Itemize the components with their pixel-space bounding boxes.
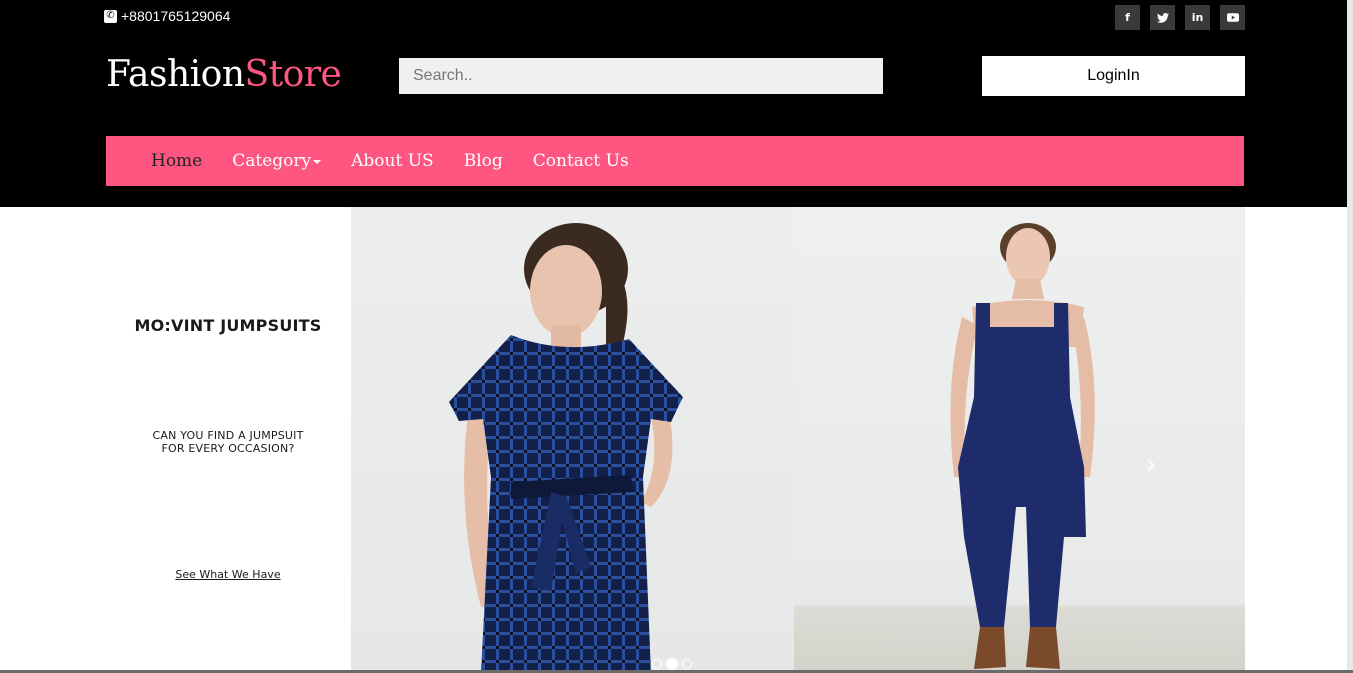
carousel-indicators	[652, 658, 692, 670]
twitter-icon[interactable]	[1150, 5, 1175, 30]
promo-subtitle-line: FOR EVERY OCCASION?	[161, 442, 295, 455]
linkedin-icon[interactable]: in	[1185, 5, 1210, 30]
caret-down-icon	[313, 160, 322, 164]
phone-contact[interactable]: ✆ +8801765129064	[104, 8, 230, 24]
promo-title: MO:VINT JUMPSUITS	[134, 316, 322, 335]
site-header: ✆ +8801765129064 f in FashionStore Login…	[0, 0, 1353, 207]
promo-subtitle-line: CAN YOU FIND A JUMPSUIT	[152, 429, 304, 442]
carousel-indicator[interactable]	[652, 659, 662, 669]
main-nav: Home Category About US Blog Contact Us	[106, 136, 1244, 186]
nav-item-blog[interactable]: Blog	[464, 151, 503, 171]
scrollbar[interactable]	[1347, 0, 1353, 673]
youtube-icon[interactable]	[1220, 5, 1245, 30]
social-links: f in	[1115, 5, 1245, 30]
facebook-icon[interactable]: f	[1115, 5, 1140, 30]
carousel-next-icon[interactable]: ›	[1145, 447, 1157, 482]
carousel-prev-icon[interactable]: ‹	[183, 447, 195, 482]
nav-item-label: Category	[232, 151, 312, 171]
search-input[interactable]	[399, 58, 883, 94]
nav-item-label: Home	[151, 151, 203, 171]
promo-panel: MO:VINT JUMPSUITS CAN YOU FIND A JUMPSUI…	[105, 207, 351, 673]
nav-item-about[interactable]: About US	[351, 151, 434, 171]
promo-subtitle: CAN YOU FIND A JUMPSUIT FOR EVERY OCCASI…	[125, 429, 331, 455]
nav-item-label: Blog	[463, 151, 503, 171]
nav-item-label: Contact Us	[532, 151, 629, 171]
login-button[interactable]: LoginIn	[982, 56, 1245, 96]
nav-item-home[interactable]: Home	[151, 151, 202, 171]
nav-item-contact[interactable]: Contact Us	[533, 151, 629, 171]
carousel-indicator-active[interactable]	[666, 658, 678, 670]
see-what-we-have-link[interactable]: See What We Have	[105, 568, 351, 581]
nav-item-category[interactable]: Category	[232, 151, 322, 171]
logo-part-fashion: Fashion	[106, 54, 245, 95]
site-logo[interactable]: FashionStore	[106, 54, 342, 95]
logo-part-store: Store	[244, 54, 342, 95]
phone-icon: ✆	[104, 9, 117, 23]
phone-number: +8801765129064	[121, 8, 231, 24]
hero-carousel: MO:VINT JUMPSUITS CAN YOU FIND A JUMPSUI…	[0, 207, 1353, 673]
carousel-indicator[interactable]	[682, 659, 692, 669]
model-photo-checked-jumpsuit	[351, 207, 794, 673]
nav-item-label: About US	[351, 151, 434, 171]
model-photo-navy-jumpsuit	[794, 207, 1245, 673]
